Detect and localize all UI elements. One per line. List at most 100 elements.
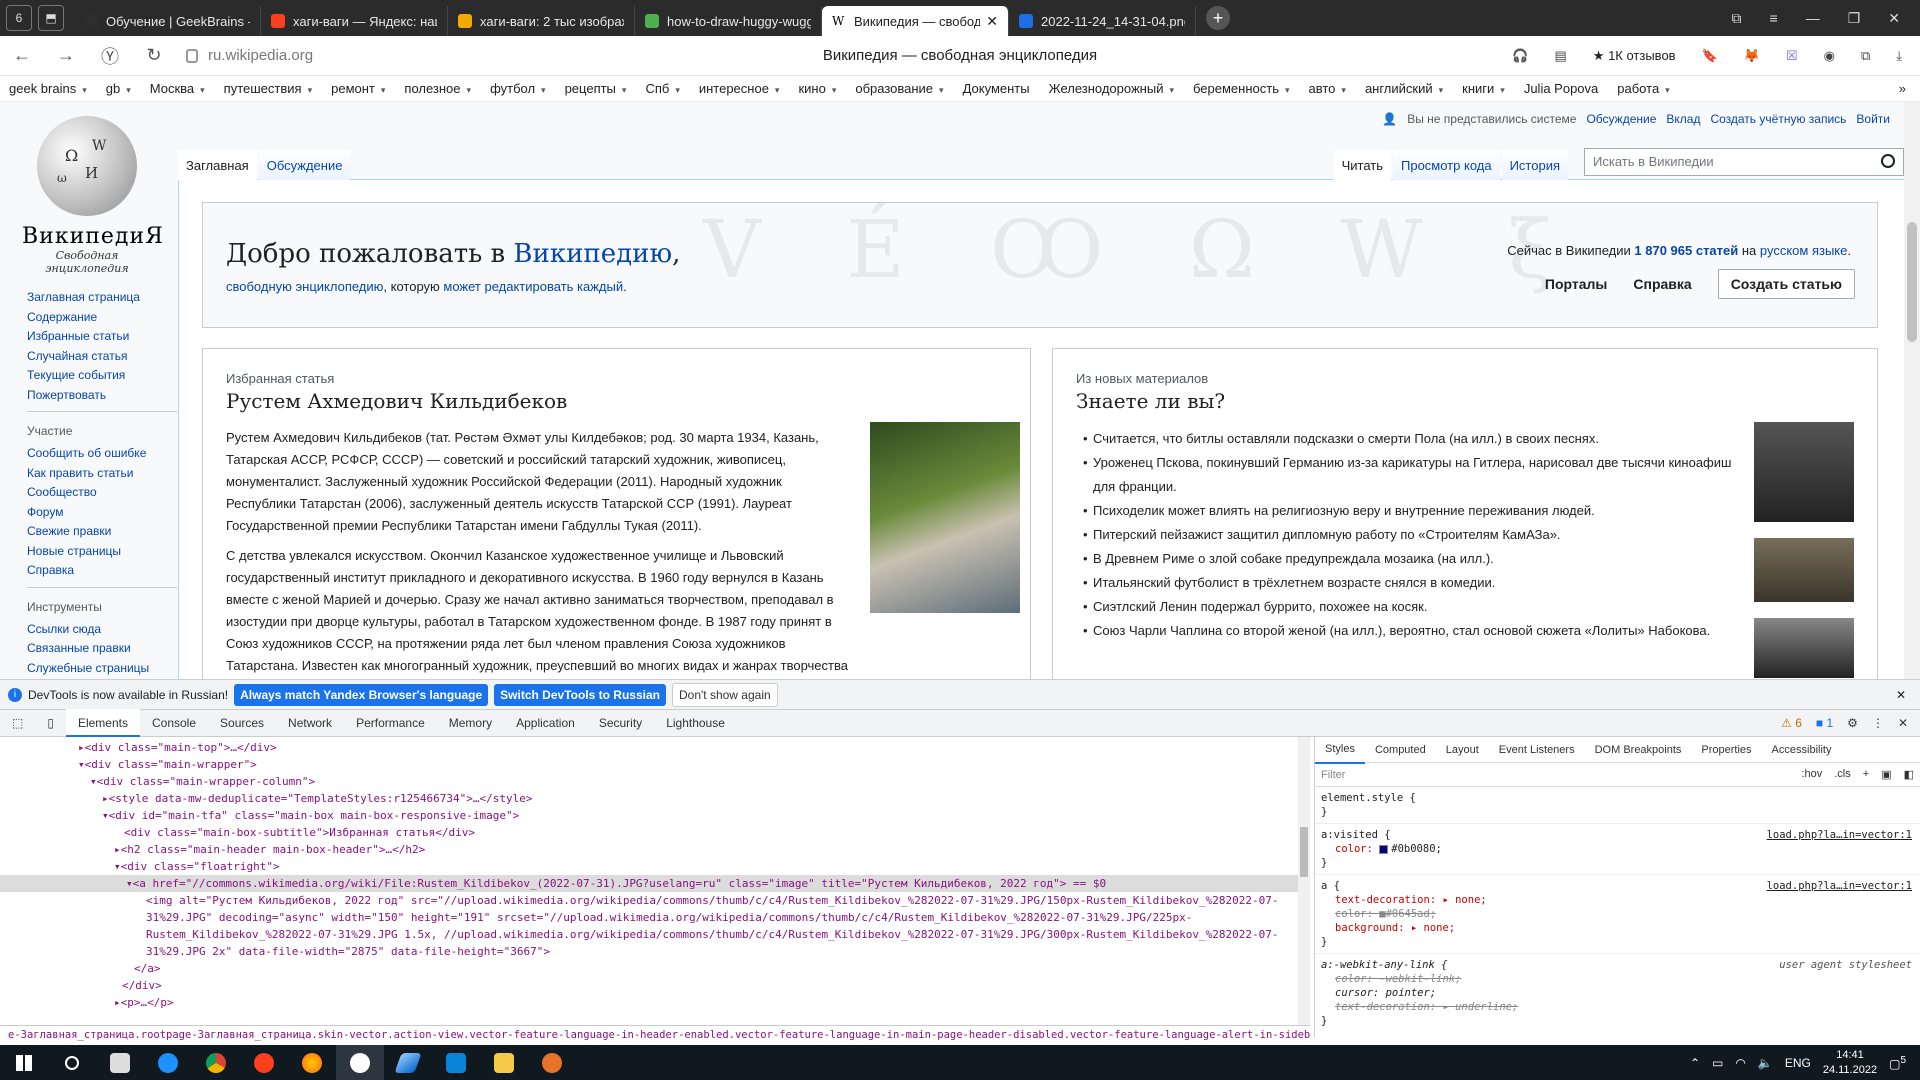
browser-tab[interactable]: хаги-ваги — Яндекс: нашл xyxy=(261,6,448,36)
restore-icon[interactable]: ❐ xyxy=(1848,10,1861,27)
bookmark-item[interactable]: geek brains ▾ xyxy=(0,81,97,96)
extension-vpn-icon[interactable]: ◉ xyxy=(1824,48,1835,64)
sidebar-participation-link[interactable]: Форум xyxy=(27,503,177,523)
search-icon[interactable] xyxy=(1881,154,1895,168)
styles-tab[interactable]: Accessibility xyxy=(1762,737,1842,763)
sidebar-participation-link[interactable]: Сообщить об ошибке xyxy=(27,444,177,464)
dom-node[interactable]: <div class="main-box-subtitle">Избранная… xyxy=(0,824,1310,841)
bookmark-icon[interactable]: 🔖 xyxy=(1702,48,1718,64)
bookmark-item[interactable]: путешествия ▾ xyxy=(215,81,322,96)
inspect-element-icon[interactable]: ⬚ xyxy=(0,709,35,737)
elements-scrollbar-thumb[interactable] xyxy=(1300,827,1308,877)
portals-link[interactable]: Порталы xyxy=(1545,276,1607,292)
browser-tab[interactable]: Обучение | GeekBrains - о xyxy=(74,6,261,36)
dom-node[interactable]: ▸<div class="main-top">…</div> xyxy=(0,739,1310,756)
browser-tab[interactable]: 2022-11-24_14-31-04.png xyxy=(1009,6,1196,36)
bookmark-item[interactable]: английский ▾ xyxy=(1356,81,1453,96)
messages-badge[interactable]: ■ 1 xyxy=(1816,716,1833,730)
dom-node[interactable]: ▸<h2 class="main-header main-box-header"… xyxy=(0,841,1310,858)
user-link[interactable]: Создать учётную запись xyxy=(1710,112,1846,126)
dom-node[interactable]: ▸<p>…</p> xyxy=(0,994,1310,1011)
extension-x-icon[interactable]: ☒ xyxy=(1786,48,1798,64)
yandex-icon[interactable]: Ⓨ xyxy=(88,43,132,69)
dom-node-selected[interactable]: ▾<a href="//commons.wikimedia.org/wiki/F… xyxy=(0,875,1310,892)
rule-source-link[interactable]: load.php?la…in=vector:1 xyxy=(1767,879,1912,893)
switch-russian-button[interactable]: Switch DevTools to Russian xyxy=(494,683,666,706)
user-link[interactable]: Войти xyxy=(1856,112,1890,126)
bookmark-item[interactable]: Документы xyxy=(954,81,1040,96)
sidebar-tool-link[interactable]: Связанные правки xyxy=(27,639,177,659)
bookmark-item[interactable]: книги ▾ xyxy=(1453,81,1515,96)
sidebar-participation-link[interactable]: Свежие правки xyxy=(27,522,177,542)
dom-breadcrumb[interactable]: e-Заглавная_страница.rootpage-Заглавная_… xyxy=(0,1025,1310,1045)
page-scrollbar-thumb[interactable] xyxy=(1907,222,1917,342)
back-icon[interactable]: ← xyxy=(0,45,44,66)
bookmark-item[interactable]: Спб ▾ xyxy=(636,81,689,96)
hov-button[interactable]: :hov xyxy=(1801,768,1822,781)
bookmark-item[interactable]: полезное ▾ xyxy=(395,81,481,96)
bookmark-item[interactable]: Железнодорожный ▾ xyxy=(1040,81,1184,96)
device-toolbar-icon[interactable]: ▯ xyxy=(35,709,66,737)
devtools-tab[interactable]: Performance xyxy=(344,709,437,737)
tab-sync-icon[interactable]: ⧉ xyxy=(1732,10,1742,27)
browser-tab[interactable]: W Википедия — свобод ✕ xyxy=(822,6,1009,36)
styles-tab[interactable]: Styles xyxy=(1315,736,1365,764)
styles-tab[interactable]: Computed xyxy=(1365,737,1436,763)
color-swatch-icon[interactable] xyxy=(1379,844,1389,854)
sidebar-nav-link[interactable]: Пожертвовать xyxy=(27,386,177,406)
bookmark-item[interactable]: интересное ▾ xyxy=(690,81,790,96)
dom-node[interactable]: ▸<style data-mw-deduplicate="TemplateSty… xyxy=(0,790,1310,807)
devtools-tab[interactable]: Security xyxy=(587,709,654,737)
lightshot-icon[interactable] xyxy=(384,1045,432,1080)
tab-close-icon[interactable]: ✕ xyxy=(986,13,998,30)
bookmark-item[interactable]: рецепты ▾ xyxy=(556,81,637,96)
bookmark-item[interactable]: gb ▾ xyxy=(97,81,141,96)
dyk-photo-beatles[interactable] xyxy=(1754,422,1854,522)
browser-tab[interactable]: how-to-draw-huggy-wugg xyxy=(635,6,822,36)
user-link[interactable]: Вклад xyxy=(1666,112,1700,126)
new-tab-button[interactable]: + xyxy=(1206,6,1230,30)
warnings-badge[interactable]: ⚠ 6 xyxy=(1781,716,1802,730)
dom-node[interactable]: </div> xyxy=(0,977,1310,994)
dom-node[interactable]: ▾<div class="main-wrapper"> xyxy=(0,756,1310,773)
edge-icon[interactable] xyxy=(144,1045,192,1080)
user-link[interactable]: Обсуждение xyxy=(1586,112,1656,126)
styles-tab[interactable]: DOM Breakpoints xyxy=(1585,737,1692,763)
computed-toggle-icon[interactable]: ▣ xyxy=(1881,768,1891,781)
yandex-browser-icon[interactable] xyxy=(336,1045,384,1080)
close-icon[interactable]: ✕ xyxy=(1896,688,1906,702)
close-devtools-icon[interactable]: ✕ xyxy=(1898,716,1908,730)
extensions-icon[interactable]: ⧉ xyxy=(1861,48,1870,64)
battery-icon[interactable]: ▭ xyxy=(1712,1056,1723,1070)
bookmark-item[interactable]: авто ▾ xyxy=(1300,81,1356,96)
store-icon[interactable] xyxy=(96,1045,144,1080)
tab-view-source[interactable]: Просмотр кода xyxy=(1393,150,1500,180)
sidebar-participation-link[interactable]: Новые страницы xyxy=(27,542,177,562)
language-indicator[interactable]: ENG xyxy=(1785,1056,1811,1070)
sidebar-participation-link[interactable]: Справка xyxy=(27,561,177,581)
settings-gear-icon[interactable]: ⚙ xyxy=(1847,716,1858,730)
free-encyclopedia-link[interactable]: свободную энциклопедию xyxy=(226,279,383,294)
help-link[interactable]: Справка xyxy=(1633,276,1691,292)
welcome-link[interactable]: Википедию xyxy=(513,239,672,269)
bookmark-item[interactable]: футбол ▾ xyxy=(481,81,556,96)
dont-show-again-button[interactable]: Don't show again xyxy=(671,682,778,707)
bookmark-item[interactable]: работа ▾ xyxy=(1608,81,1679,96)
elements-scrollbar[interactable] xyxy=(1298,737,1310,1025)
vscode-icon[interactable] xyxy=(432,1045,480,1080)
rule-source-link[interactable]: load.php?la…in=vector:1 xyxy=(1767,828,1912,842)
sidebar-nav-link[interactable]: Содержание xyxy=(27,308,177,328)
filter-input[interactable]: Filter xyxy=(1321,769,1345,781)
sidebar-nav-link[interactable]: Текущие события xyxy=(27,366,177,386)
page-scrollbar[interactable] xyxy=(1904,102,1920,679)
volume-icon[interactable]: 🔈 xyxy=(1758,1056,1773,1070)
dom-node[interactable]: ▾<div id="main-tfa" class="main-box main… xyxy=(0,807,1310,824)
bookmark-item[interactable]: Москва ▾ xyxy=(141,81,215,96)
devtools-tab[interactable]: Sources xyxy=(208,709,276,737)
add-rule-icon[interactable]: + xyxy=(1863,768,1869,781)
bookmark-item[interactable]: беременность ▾ xyxy=(1184,81,1300,96)
sidebar-tool-link[interactable]: Ссылки сюда xyxy=(27,620,177,640)
clock[interactable]: 14:41 24.11.2022 xyxy=(1823,1048,1877,1078)
forward-icon[interactable]: → xyxy=(44,45,88,66)
anyone-can-edit-link[interactable]: может редактировать каждый xyxy=(443,279,623,294)
